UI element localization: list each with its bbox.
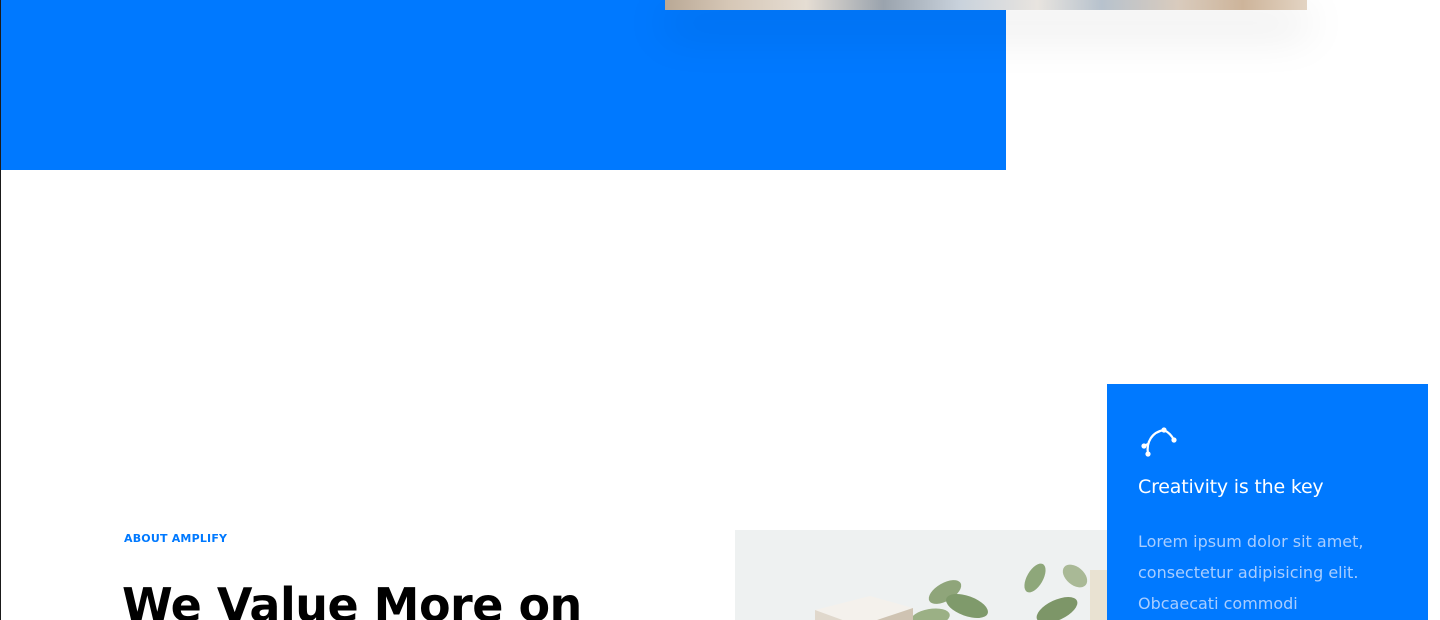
feature-card: Creativity is the key Lorem ipsum dolor … <box>1107 384 1428 620</box>
vector-curve-icon <box>1141 427 1177 457</box>
feature-text: Lorem ipsum dolor sit amet, consectetur … <box>1138 532 1364 613</box>
plant-boxes-illustration <box>735 530 1115 620</box>
page: Creativity is the key Lorem ipsum dolor … <box>0 0 1440 620</box>
hero-blue-block <box>1 0 1006 170</box>
hero-photo-image <box>665 0 1307 10</box>
about-image <box>735 530 1115 620</box>
about-heading: We Value More on <box>122 578 582 620</box>
hero-photo <box>665 0 1307 10</box>
feature-title: Creativity is the key <box>1138 476 1324 498</box>
about-eyebrow: ABOUT AMPLIFY <box>124 532 228 545</box>
